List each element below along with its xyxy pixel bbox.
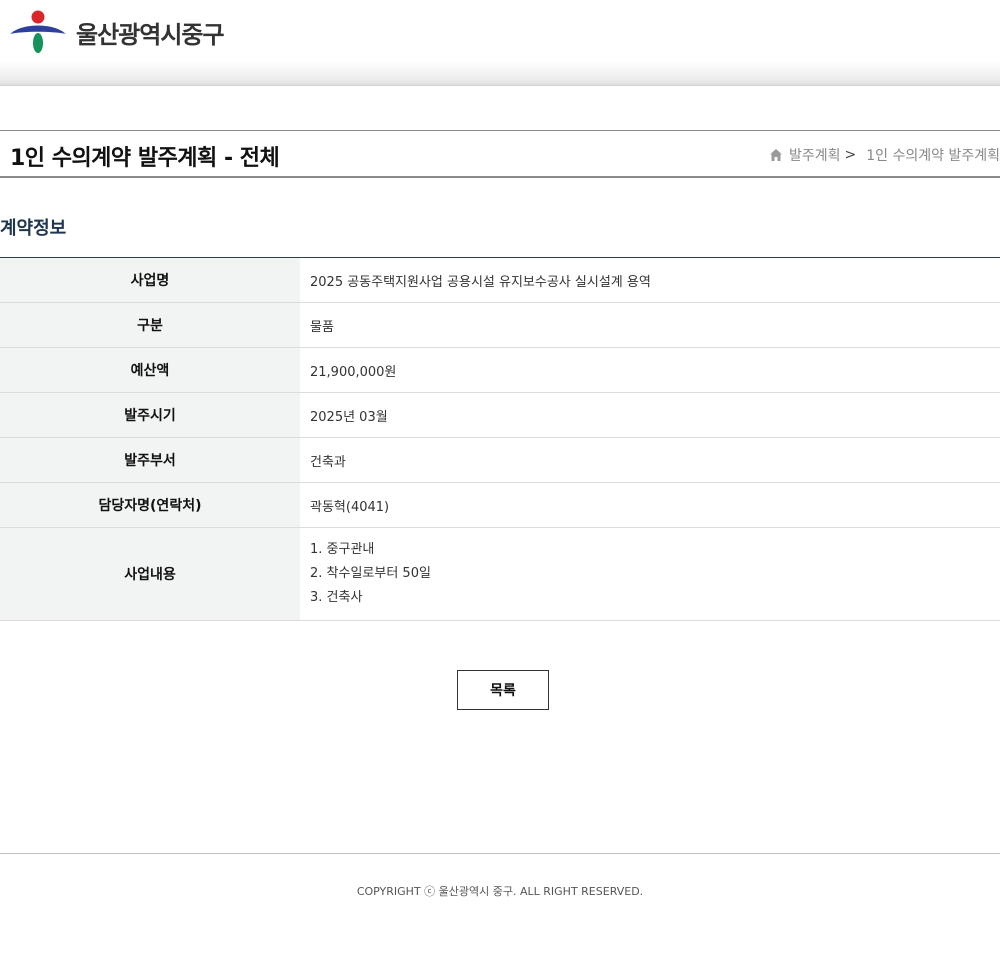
row-label-department: 발주부서 xyxy=(0,437,300,483)
list-button[interactable]: 목록 xyxy=(457,670,549,710)
content-line: 2. 착수일로부터 50일 xyxy=(310,566,431,581)
table-row: 구분 물품 xyxy=(0,302,1000,348)
table-row: 사업내용 1. 중구관내 2. 착수일로부터 50일 3. 건축사 xyxy=(0,527,1000,621)
content-line: 3. 건축사 xyxy=(310,590,363,605)
content-line: 1. 중구관내 xyxy=(310,542,375,557)
table-row: 발주부서 건축과 xyxy=(0,437,1000,483)
section-title: 계약정보 xyxy=(0,218,67,239)
row-value-project-name: 2025 공동주택지원사업 공용시설 유지보수공사 실시설계 용역 xyxy=(300,257,1000,303)
breadcrumb-item-order-plan[interactable]: 발주계획 xyxy=(789,145,841,165)
table-row: 발주시기 2025년 03월 xyxy=(0,392,1000,438)
contract-info-table: 사업명 2025 공동주택지원사업 공용시설 유지보수공사 실시설계 용역 구분… xyxy=(0,257,1000,621)
breadcrumb: 발주계획 > 1인 수의계약 발주계획 xyxy=(769,145,1000,165)
row-label-category: 구분 xyxy=(0,302,300,348)
row-value-category: 물품 xyxy=(300,302,1000,348)
row-label-budget: 예산액 xyxy=(0,347,300,393)
row-label-order-period: 발주시기 xyxy=(0,392,300,438)
copyright-text: COPYRIGHT ⓒ 울산광역시 중구. ALL RIGHT RESERVED… xyxy=(356,885,644,898)
logo-text: 울산광역시중구 xyxy=(76,20,225,49)
table-row: 사업명 2025 공동주택지원사업 공용시설 유지보수공사 실시설계 용역 xyxy=(0,257,1000,303)
table-row: 담당자명(연락처) 곽동혁(4041) xyxy=(0,482,1000,528)
row-value-contact: 곽동혁(4041) xyxy=(300,482,1000,528)
site-header: 울산광역시중구 xyxy=(0,0,1000,86)
table-row: 예산액 21,900,000원 xyxy=(0,347,1000,393)
row-label-project-name: 사업명 xyxy=(0,257,300,303)
row-value-order-period: 2025년 03월 xyxy=(300,392,1000,438)
page-title: 1인 수의계약 발주계획 - 전체 xyxy=(10,146,280,171)
page-title-bar: 1인 수의계약 발주계획 - 전체 발주계획 > 1인 수의계약 발주계획 xyxy=(0,130,1000,178)
project-content-lines: 1. 중구관내 2. 착수일로부터 50일 3. 건축사 xyxy=(310,538,990,610)
row-value-budget: 21,900,000원 xyxy=(300,347,1000,393)
row-value-department: 건축과 xyxy=(300,437,1000,483)
site-logo[interactable]: 울산광역시중구 xyxy=(10,10,225,54)
row-label-contact: 담당자명(연락처) xyxy=(0,482,300,528)
row-value-project-content: 1. 중구관내 2. 착수일로부터 50일 3. 건축사 xyxy=(300,527,1000,621)
home-icon[interactable] xyxy=(769,148,783,162)
jung-gu-emblem-icon xyxy=(10,10,66,53)
breadcrumb-item-current[interactable]: 1인 수의계약 발주계획 xyxy=(866,145,1000,165)
breadcrumb-separator: > xyxy=(844,147,857,163)
footer-divider xyxy=(0,853,1000,854)
row-label-project-content: 사업내용 xyxy=(0,527,300,621)
